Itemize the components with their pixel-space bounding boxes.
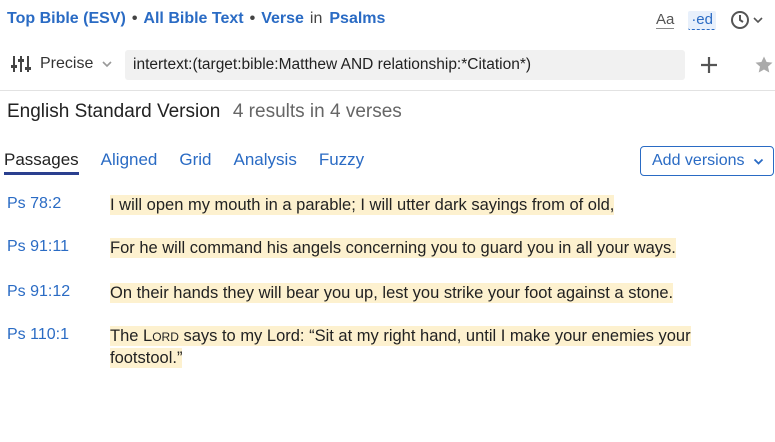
verse-highlight: On their hands they will bear you up, le… <box>110 283 674 303</box>
search-mode-dropdown[interactable]: Precise <box>10 54 113 74</box>
tab-fuzzy[interactable]: Fuzzy <box>319 150 364 175</box>
breadcrumb: Top Bible (ESV) • All Bible Text • Verse in Ps… <box>7 10 385 28</box>
tab-passages[interactable]: Passages <box>4 150 79 175</box>
breadcrumb-separator: • <box>249 10 256 27</box>
breadcrumb-book[interactable]: Psalms <box>329 10 385 27</box>
history-button[interactable] <box>730 10 763 30</box>
verse-text: On their hands they will bear you up, le… <box>110 282 720 304</box>
verse-text-part: says to my Lord: “Sit at my right hand, … <box>110 327 691 367</box>
chevron-down-icon <box>102 61 112 68</box>
breadcrumb-in-label: in <box>309 10 323 27</box>
font-size-icon[interactable]: Aa <box>655 11 675 29</box>
favorite-button[interactable] <box>754 55 774 80</box>
tab-analysis[interactable]: Analysis <box>234 150 297 175</box>
verse-reference-link[interactable]: Ps 91:11 <box>7 238 69 256</box>
verse-highlight: The Lord says to my Lord: “Sit at my rig… <box>110 326 691 368</box>
clock-icon <box>731 11 749 29</box>
breadcrumb-scope[interactable]: All Bible Text <box>143 10 243 27</box>
plus-icon <box>701 57 717 73</box>
sliders-icon <box>11 56 31 72</box>
star-icon <box>755 56 773 73</box>
verse-highlight: I will open my mouth in a parable; I wil… <box>110 195 615 215</box>
tab-aligned[interactable]: Aligned <box>101 150 158 175</box>
chevron-down-icon <box>753 17 763 24</box>
add-search-button[interactable] <box>698 54 720 81</box>
verse-reference-link[interactable]: Ps 91:12 <box>7 283 70 301</box>
verse-text: I will open my mouth in a parable; I wil… <box>110 194 720 216</box>
verse-highlight: For he will command his angels concernin… <box>110 238 676 258</box>
verse-text-part: The <box>110 327 144 345</box>
breadcrumb-separator: • <box>131 10 138 27</box>
header-divider <box>0 90 775 91</box>
verse-text: The Lord says to my Lord: “Sit at my rig… <box>110 325 720 369</box>
search-input[interactable]: intertext:(target:bible:Matthew AND rela… <box>125 50 685 80</box>
top-bar: Top Bible (ESV) • All Bible Text • Verse in Ps… <box>0 0 775 40</box>
breadcrumb-resource[interactable]: Top Bible (ESV) <box>7 10 126 27</box>
tab-grid[interactable]: Grid <box>179 150 211 175</box>
verse-text: For he will command his angels concernin… <box>110 237 720 259</box>
search-mode-label: Precise <box>40 55 94 72</box>
top-icons: Aa ·ed <box>655 8 763 32</box>
add-versions-button[interactable]: Add versions <box>640 146 774 176</box>
results-heading: English Standard Version 4 results in 4 … <box>7 101 402 123</box>
version-title: English Standard Version <box>7 101 221 122</box>
query-bar: Precise intertext:(target:bible:Matthew … <box>0 48 775 84</box>
verse-reference-link[interactable]: Ps 78:2 <box>7 195 61 213</box>
add-versions-label: Add versions <box>652 152 745 169</box>
visual-filter-icon[interactable]: ·ed <box>688 10 716 30</box>
chevron-down-icon <box>753 158 763 165</box>
breadcrumb-unit[interactable]: Verse <box>261 10 304 27</box>
view-tabs: Passages Aligned Grid Analysis Fuzzy <box>4 150 364 175</box>
verse-reference-link[interactable]: Ps 110:1 <box>7 326 69 344</box>
results-count: 4 results in 4 verses <box>232 101 402 122</box>
lord-small-caps: Lord <box>143 327 179 345</box>
